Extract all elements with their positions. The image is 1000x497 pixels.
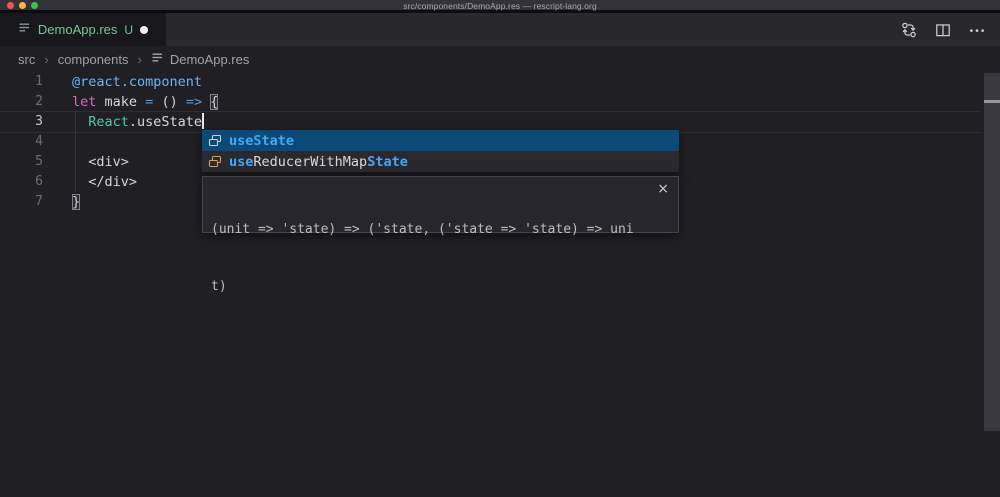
breadcrumb-file[interactable]: DemoApp.res [151,51,249,67]
close-icon[interactable]: × [657,182,669,196]
jsx-token: </div> [72,174,137,190]
line-number: 6 [0,172,43,192]
line-number: 4 [0,132,43,152]
type-signature-line: (unit => 'state) => ('state, ('state => … [211,220,648,239]
code-line-1[interactable]: 1 @react.component [0,72,1000,92]
line-number-active: 3 [0,112,43,132]
breadcrumb-src[interactable]: src [18,52,35,67]
rescript-file-icon [18,21,31,39]
vscode-window: src/components/DemoApp.res — rescript-la… [0,0,1000,497]
tab-bar: DemoApp.res U [0,13,1000,46]
line-number: 2 [0,92,43,112]
suggest-docs-panel: (unit => 'state) => ('state, ('state => … [202,176,679,233]
member-token: .useState [129,114,202,130]
decorator-token: @react.component [72,74,202,90]
line-number: 5 [0,152,43,172]
overview-ruler-cursor-mark [984,100,1000,103]
window-title: src/components/DemoApp.res — rescript-la… [0,1,1000,11]
breadcrumb-components[interactable]: components [58,52,129,67]
suggest-label-match: use [229,154,253,170]
line-number: 1 [0,72,43,92]
editor-pane[interactable]: 1 @react.component 2 let make = () => { … [0,72,1000,497]
type-signature-line: t) [211,277,648,296]
current-line-border [0,111,981,112]
close-brace-token: } [72,194,80,210]
chevron-right-icon: › [44,52,48,67]
chevron-right-icon: › [138,52,142,67]
open-brace-token: { [210,94,218,110]
tab-filename: DemoApp.res [38,22,117,37]
more-actions-icon[interactable] [968,21,986,39]
suggest-list: useState useReducerWithMapState [202,130,679,172]
line-number: 7 [0,192,43,212]
split-editor-icon[interactable] [934,21,952,39]
code-line-3-active[interactable]: 3 React.useState [0,112,1000,132]
rescript-file-icon [151,51,164,67]
breadcrumb: src › components › DemoApp.res [0,46,1000,72]
suggest-item-usereducerwithmapstate[interactable]: useReducerWithMapState [202,151,679,172]
parens-token: () [153,94,186,110]
editor-actions [900,13,986,46]
keyword-token: let [72,94,96,110]
jsx-token: <div> [72,154,129,170]
code-line-2[interactable]: 2 let make = () => { [0,92,1000,112]
titlebar: src/components/DemoApp.res — rescript-la… [0,0,1000,13]
suggest-label-plain: ReducerWithMap [253,154,367,170]
suggest-widget: useState useReducerWithMapState (unit =>… [202,130,679,172]
breadcrumb-filename: DemoApp.res [170,52,249,67]
indent-guide [75,112,76,192]
vertical-scrollbar[interactable] [984,73,1000,431]
open-changes-icon[interactable] [900,21,918,39]
suggest-item-usestate[interactable]: useState [202,130,679,151]
git-status-badge: U [124,23,133,37]
identifier-token: make [96,94,145,110]
arrow-token: => [186,94,202,110]
text-cursor [202,113,204,129]
suggest-label-match: useState [229,133,294,149]
tab-demoapp[interactable]: DemoApp.res U [0,13,166,46]
modified-dot-icon[interactable] [140,26,148,34]
suggest-label-match: State [367,154,408,170]
module-token: React [88,114,129,130]
